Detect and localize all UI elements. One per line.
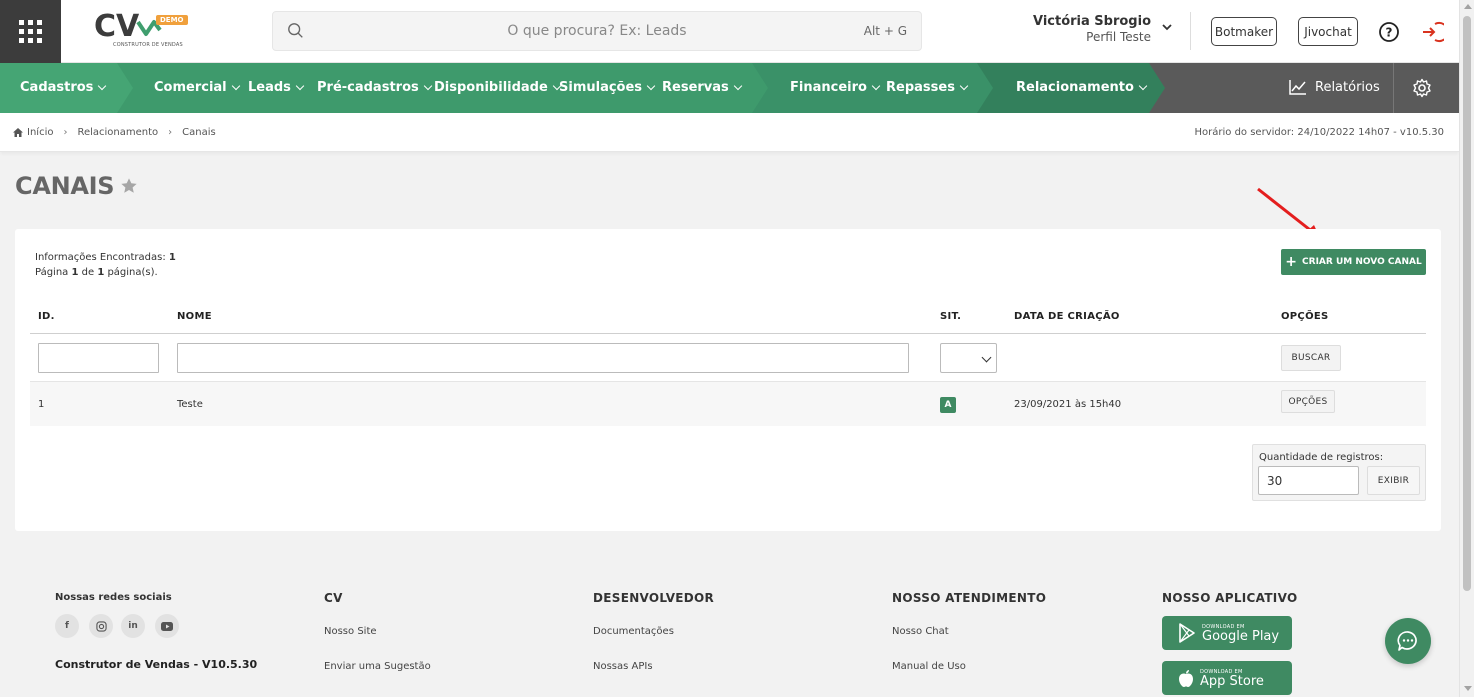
nav-item-financeiro[interactable]: Financeiro [790,80,881,95]
records-per-page: Quantidade de registros: 30 EXIBIR [1252,444,1426,501]
breadcrumb-home[interactable]: Início [13,127,53,138]
row-options-button[interactable]: OPÇÕES [1281,390,1335,413]
global-search[interactable]: O que procura? Ex: Leads Alt + G [272,11,922,51]
nav-item-comercial[interactable]: Comercial [154,80,240,95]
filter-name-input[interactable] [177,343,909,373]
breadcrumb-canais: Canais [182,127,216,138]
footer-version: Construtor de Vendas - V10.5.30 [55,658,258,671]
filter-id-input[interactable] [38,343,159,373]
scroll-up-arrow-icon[interactable] [1464,4,1472,9]
footer-app-title: NOSSO APLICATIVO [1162,591,1298,605]
filter-status-select[interactable] [940,343,997,373]
main-nav: Cadastros Comercial Leads Pré-cadastros … [0,63,1459,113]
table-row [30,382,1426,426]
cv-logo-mark-icon: CV [94,9,162,44]
nav-item-pre-cadastros[interactable]: Pré-cadastros [317,80,432,95]
table-header-divider [30,333,1426,334]
google-play-button[interactable]: DOWNLOAD EM Google Play [1162,616,1292,650]
breadcrumb-separator: › [168,127,173,138]
svg-text:?: ? [1386,26,1393,40]
column-header-sit: SIT. [940,311,962,322]
google-play-icon [1179,623,1195,643]
star-icon[interactable] [120,177,138,195]
grid-icon [19,20,42,43]
nav-item-leads[interactable]: Leads [248,80,305,95]
footer-link-chat[interactable]: Nosso Chat [892,626,949,637]
chevron-down-icon[interactable] [1160,20,1174,34]
records-per-page-label: Quantidade de registros: [1259,452,1384,463]
column-header-id: ID. [38,311,55,322]
breadcrumb-bar: Início › Relacionamento › Canais Horário… [0,113,1459,152]
row-created-date: 23/09/2021 às 15h40 [1014,399,1122,410]
row-name: Teste [177,399,203,410]
results-count: 1 [168,252,176,263]
footer-social-title: Nossas redes sociais [55,592,172,603]
botmaker-button[interactable]: Botmaker [1211,17,1277,46]
breadcrumb-separator: › [63,127,68,138]
chart-line-icon [1289,80,1306,95]
svg-text:CV: CV [94,10,140,42]
user-menu[interactable]: Victória Sbrogio Perfil Teste [1033,14,1151,44]
jivochat-button[interactable]: Jivochat [1298,17,1358,46]
footer-support-title: NOSSO ATENDIMENTO [892,591,1047,605]
cv-logo[interactable]: CV DEMO CONSTRUTOR DE VENDAS [94,9,188,52]
breadcrumb-relacionamento[interactable]: Relacionamento [77,127,158,138]
chevron-down-icon [981,352,992,363]
server-time: Horário do servidor: 24/10/2022 14h07 - … [1194,127,1444,138]
canais-card: Informações Encontradas: 1 Página 1 de 1… [15,229,1441,531]
search-shortcut: Alt + G [863,24,907,38]
app-store-button[interactable]: DOWNLOAD EM App Store [1162,661,1292,695]
gear-icon[interactable] [1412,78,1432,98]
nav-item-relatorios[interactable]: Relatórios [1289,79,1380,95]
footer-dev-title: DESENVOLVEDOR [593,591,715,605]
nav-item-reservas[interactable]: Reservas [662,80,743,95]
column-header-data-criacao: DATA DE CRIAÇÃO [1014,311,1120,322]
facebook-icon[interactable]: f [55,614,79,638]
user-name: Victória Sbrogio [1032,14,1151,29]
nav-item-relacionamento[interactable]: Relacionamento [1016,80,1148,95]
column-header-opcoes: OPÇÕES [1281,311,1329,322]
footer-link-nosso-site[interactable]: Nosso Site [324,626,377,637]
page-title: CANAIS [15,172,138,200]
instagram-icon[interactable] [89,614,113,638]
footer-cv-title: CV [324,591,343,605]
footer-link-sugestao[interactable]: Enviar uma Sugestão [324,661,431,672]
exibir-button[interactable]: EXIBIR [1367,466,1420,495]
chat-bubble-icon [1397,631,1417,651]
plus-icon: + [1285,254,1298,270]
scrollbar-thumb[interactable] [1463,16,1471,591]
help-icon[interactable]: ? [1378,21,1400,43]
apps-menu-button[interactable] [0,0,61,63]
footer-link-documentacoes[interactable]: Documentações [593,626,674,637]
vertical-scrollbar[interactable] [1459,0,1474,697]
user-role: Perfil Teste [1086,30,1151,44]
records-per-page-input[interactable]: 30 [1258,466,1359,495]
scroll-down-arrow-icon[interactable] [1464,686,1472,691]
linkedin-icon[interactable]: in [121,614,145,638]
logout-icon[interactable] [1420,20,1444,44]
top-header: CV DEMO CONSTRUTOR DE VENDAS O que procu… [0,0,1459,63]
logo-subtitle: CONSTRUTOR DE VENDAS [113,42,183,48]
home-icon [13,128,23,137]
footer-link-apis[interactable]: Nossas APIs [593,661,653,672]
nav-item-cadastros[interactable]: Cadastros [20,80,107,95]
create-channel-button[interactable]: + CRIAR UM NOVO CANAL [1281,249,1426,275]
nav-item-repasses[interactable]: Repasses [886,80,969,95]
chat-fab-button[interactable] [1385,618,1431,664]
nav-item-disponibilidade[interactable]: Disponibilidade [434,80,562,95]
nav-divider [1393,63,1394,113]
results-info: Informações Encontradas: 1 Página 1 de 1… [35,252,176,278]
row-id: 1 [38,399,45,410]
logo-demo-tag: DEMO [156,15,188,25]
breadcrumb: Início › Relacionamento › Canais [13,127,216,138]
header-divider [1190,12,1191,50]
status-badge: A [940,397,956,413]
nav-item-simulacoes[interactable]: Simulações [559,80,656,95]
column-header-nome: NOME [177,311,212,322]
footer-link-manual[interactable]: Manual de Uso [892,661,966,672]
youtube-icon[interactable] [155,614,179,638]
search-button[interactable]: BUSCAR [1281,345,1341,371]
apple-icon [1179,669,1193,687]
search-placeholder: O que procura? Ex: Leads [507,23,687,39]
